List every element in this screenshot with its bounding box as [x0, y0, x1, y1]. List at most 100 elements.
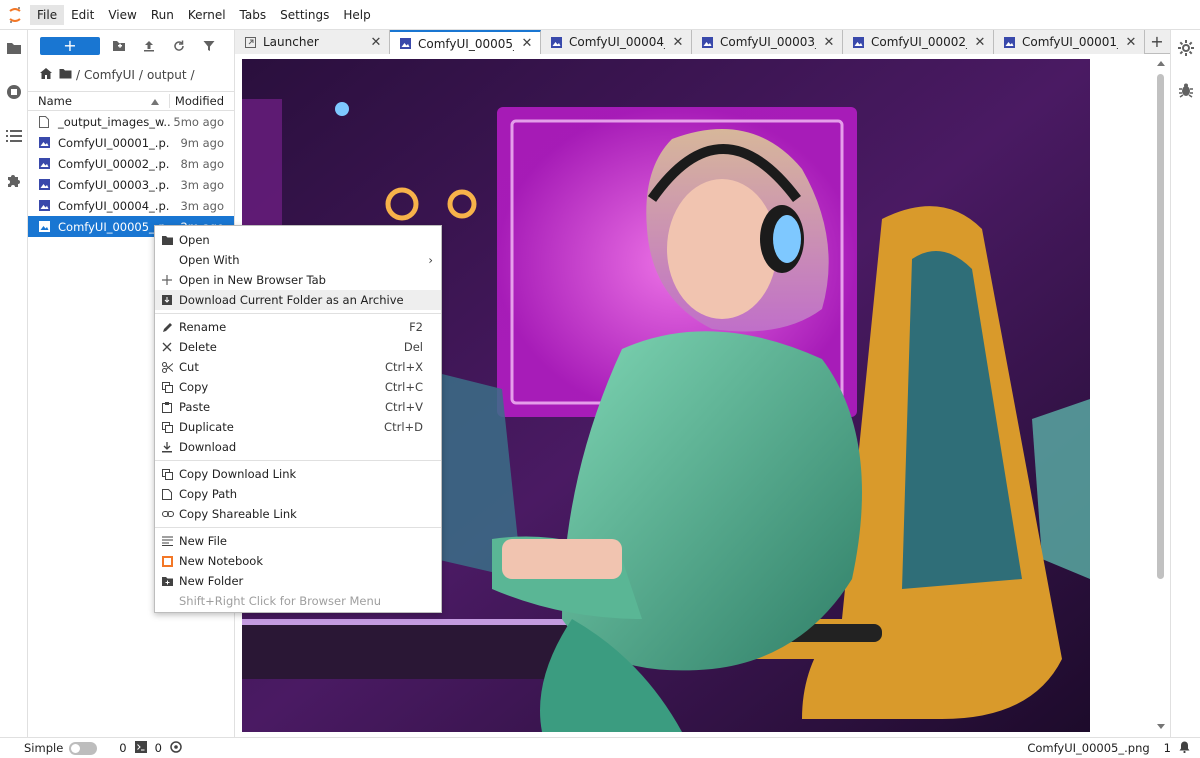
- menu-view[interactable]: View: [101, 5, 143, 25]
- file-row[interactable]: ComfyUI_00001_.p... 9m ago: [28, 132, 234, 153]
- tab-comfyui-00004[interactable]: ComfyUI_00004_.png ✕: [541, 30, 692, 54]
- menu-item-new-folder[interactable]: New Folder: [155, 571, 441, 591]
- modified-column-header[interactable]: Modified: [170, 94, 234, 108]
- menu-item-new-file[interactable]: New File: [155, 531, 441, 551]
- clipboard-icon: [155, 401, 179, 413]
- image-file-icon: [398, 37, 412, 51]
- image-file-icon: [28, 179, 50, 190]
- file-modified: 5mo ago: [173, 114, 224, 129]
- menu-file[interactable]: File: [30, 4, 65, 25]
- menu-item-copy-shareable-link[interactable]: Copy Shareable Link: [155, 504, 441, 524]
- property-inspector-gear-icon[interactable]: [1178, 40, 1194, 59]
- menu-item-shortcut: Ctrl+C: [384, 380, 423, 394]
- notification-bell-icon[interactable]: [1179, 741, 1190, 756]
- folder-icon[interactable]: [4, 38, 24, 58]
- image-file-icon: [28, 200, 50, 211]
- add-tab-button[interactable]: +: [1145, 30, 1169, 53]
- tab-comfyui-00002[interactable]: ComfyUI_00002_.png ✕: [843, 30, 994, 54]
- tab-label: ComfyUI_00002_.png: [871, 35, 967, 49]
- menu-item-label: Download Current Folder as an Archive: [179, 293, 404, 307]
- file-name: ComfyUI_00001_.p...: [58, 135, 170, 150]
- kernel-status-icon[interactable]: [170, 740, 182, 756]
- tab-comfyui-00001[interactable]: ComfyUI_00001_.png ✕: [994, 30, 1145, 54]
- menu-item-rename[interactable]: Rename F2: [155, 317, 441, 337]
- menu-item-open[interactable]: Open: [155, 230, 441, 250]
- breadcrumb-output[interactable]: output: [147, 68, 187, 82]
- terminal-icon[interactable]: [134, 740, 147, 756]
- menu-item-delete[interactable]: Delete Del: [155, 337, 441, 357]
- new-folder-icon[interactable]: [104, 36, 134, 56]
- file-row[interactable]: ComfyUI_00004_.p... 3m ago: [28, 195, 234, 216]
- file-row[interactable]: ComfyUI_00002_.p... 8m ago: [28, 153, 234, 174]
- menu-item-download-archive[interactable]: Download Current Folder as an Archive: [155, 290, 441, 310]
- menu-item-open-with[interactable]: Open With ›: [155, 250, 441, 270]
- upload-icon[interactable]: [134, 36, 164, 56]
- menu-tabs[interactable]: Tabs: [233, 5, 274, 25]
- running-sessions-icon[interactable]: [4, 82, 24, 102]
- file-row[interactable]: _output_images_w... 5mo ago: [28, 111, 234, 132]
- simple-mode-label: Simple: [24, 741, 64, 755]
- home-icon[interactable]: [40, 68, 52, 82]
- close-icon[interactable]: ✕: [369, 35, 383, 50]
- breadcrumb-separator: /: [138, 68, 143, 82]
- tab-launcher[interactable]: Launcher ✕: [235, 30, 390, 54]
- file-modified: 8m ago: [180, 156, 224, 171]
- tab-label: Launcher: [263, 35, 319, 49]
- copy-icon: [155, 381, 179, 393]
- image-file-icon: [28, 221, 50, 232]
- extension-puzzle-icon[interactable]: [4, 170, 24, 190]
- line-number: 1: [1163, 741, 1171, 755]
- menu-item-copy-download-link[interactable]: Copy Download Link: [155, 464, 441, 484]
- menu-item-duplicate[interactable]: Duplicate Ctrl+D: [155, 417, 441, 437]
- menu-settings[interactable]: Settings: [273, 5, 336, 25]
- menu-item-paste[interactable]: Paste Ctrl+V: [155, 397, 441, 417]
- close-icon[interactable]: ✕: [1124, 35, 1138, 50]
- scrollbar-thumb[interactable]: [1157, 74, 1164, 579]
- menu-item-copy[interactable]: Copy Ctrl+C: [155, 377, 441, 397]
- menu-kernel[interactable]: Kernel: [181, 5, 233, 25]
- menu-item-label: Open With: [179, 253, 240, 267]
- name-column-header[interactable]: Name: [28, 94, 170, 108]
- menu-item-label: Open in New Browser Tab: [179, 273, 326, 287]
- image-file-icon: [1002, 35, 1016, 49]
- file-row[interactable]: ComfyUI_00003_.p... 3m ago: [28, 174, 234, 195]
- menu-item-download[interactable]: Download: [155, 437, 441, 457]
- file-context-menu: Open Open With › Open in New Browser Tab…: [154, 225, 442, 613]
- image-file-icon: [851, 35, 865, 49]
- menu-item-label: Copy: [179, 380, 209, 394]
- filter-icon[interactable]: [194, 36, 224, 56]
- breadcrumb-comfyui[interactable]: ComfyUI: [84, 68, 135, 82]
- menu-item-label: Copy Path: [179, 487, 238, 501]
- close-icon[interactable]: ✕: [973, 35, 987, 50]
- menu-item-new-notebook[interactable]: New Notebook: [155, 551, 441, 571]
- tab-comfyui-00003[interactable]: ComfyUI_00003_.png ✕: [692, 30, 843, 54]
- folder-icon: [155, 235, 179, 245]
- right-sidebar: [1170, 30, 1200, 737]
- submenu-chevron-icon: ›: [428, 253, 433, 267]
- name-header-label: Name: [38, 94, 72, 108]
- menu-item-copy-path[interactable]: Copy Path: [155, 484, 441, 504]
- close-icon[interactable]: ✕: [671, 35, 685, 50]
- image-file-icon: [28, 137, 50, 148]
- file-modified: 3m ago: [180, 198, 224, 213]
- image-file-icon: [549, 35, 563, 49]
- menu-item-open-new-browser-tab[interactable]: Open in New Browser Tab: [155, 270, 441, 290]
- menu-item-label: Open: [179, 233, 210, 247]
- text-file-icon: [155, 536, 179, 546]
- menu-item-cut[interactable]: Cut Ctrl+X: [155, 357, 441, 377]
- breadcrumb-folder-icon[interactable]: [59, 68, 72, 82]
- close-icon[interactable]: ✕: [822, 35, 836, 50]
- new-launcher-button[interactable]: +: [40, 37, 100, 55]
- close-icon[interactable]: ✕: [520, 36, 534, 51]
- menu-run[interactable]: Run: [144, 5, 181, 25]
- simple-mode-toggle[interactable]: [69, 741, 98, 755]
- table-of-contents-icon[interactable]: [4, 126, 24, 146]
- tab-comfyui-00005[interactable]: ComfyUI_00005_.png ✕: [390, 30, 541, 55]
- menu-edit[interactable]: Edit: [64, 5, 101, 25]
- menu-item-label: Paste: [179, 400, 211, 414]
- refresh-icon[interactable]: [164, 36, 194, 56]
- pencil-icon: [155, 322, 179, 333]
- menu-help[interactable]: Help: [336, 5, 377, 25]
- debugger-bug-icon[interactable]: [1178, 82, 1194, 101]
- vertical-scrollbar[interactable]: [1154, 54, 1168, 737]
